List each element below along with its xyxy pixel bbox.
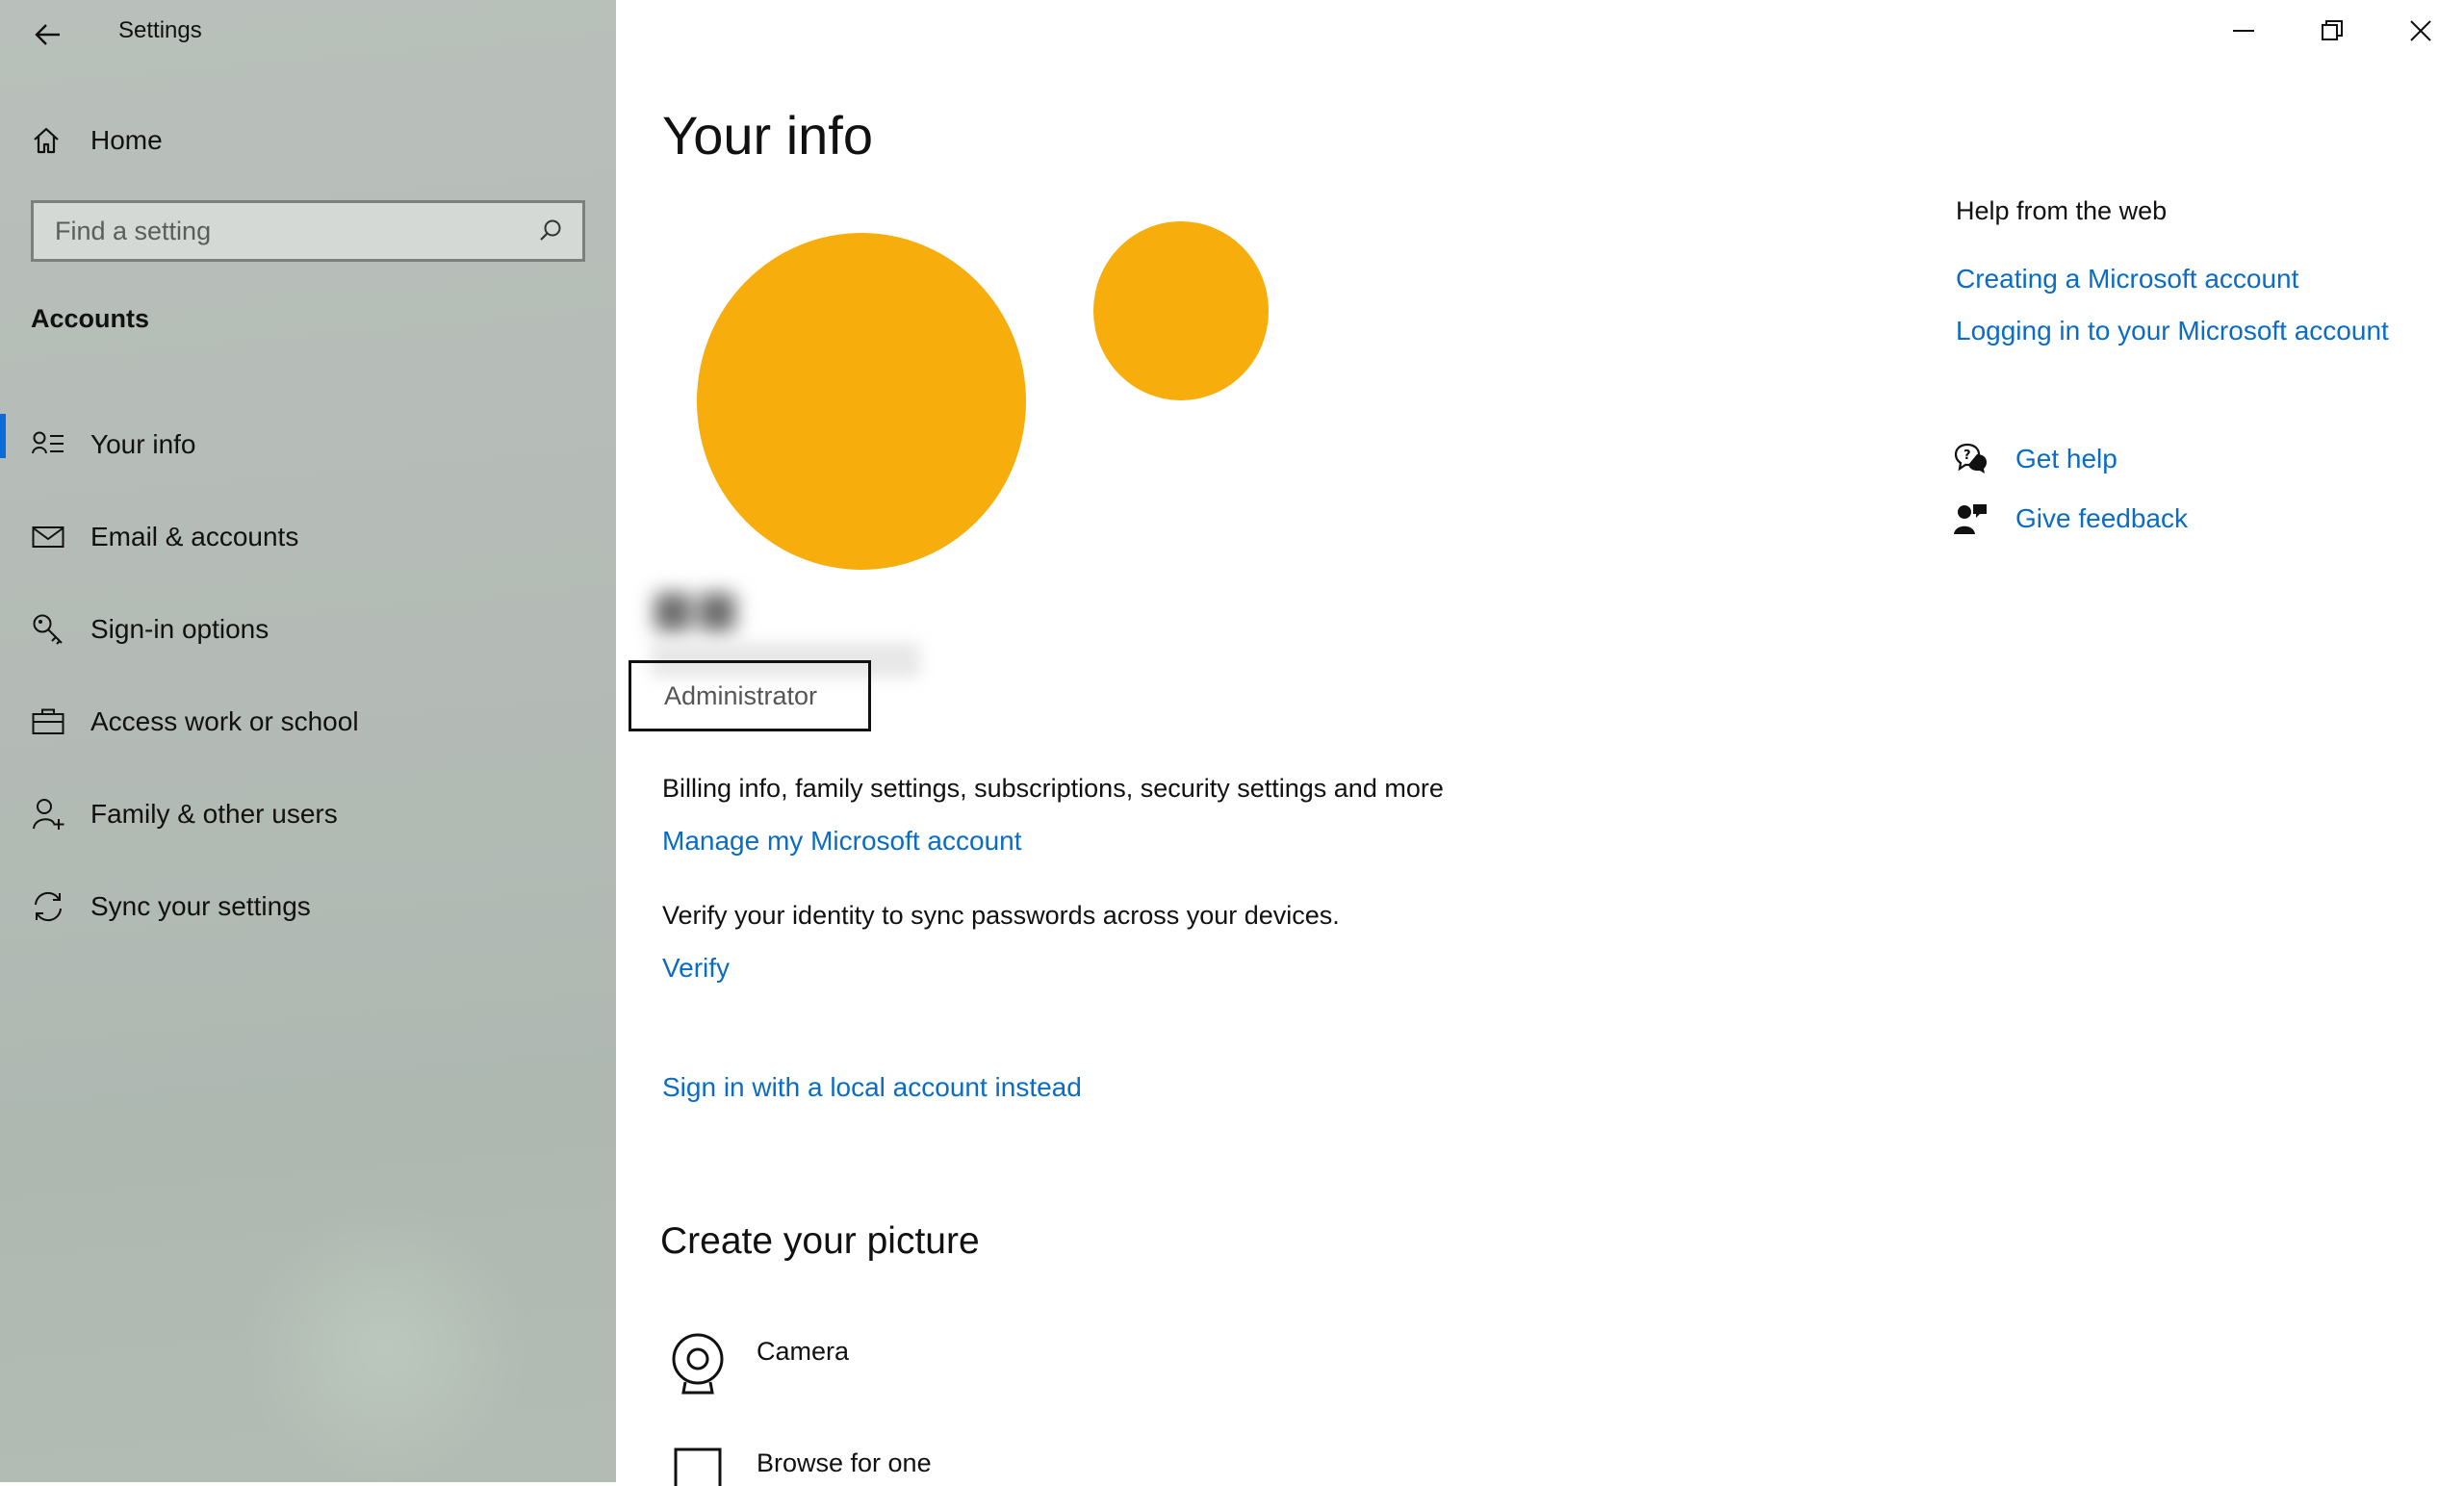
camera-option[interactable]: Camera	[668, 1332, 849, 1396]
restore-button[interactable]	[2289, 0, 2375, 62]
logging-in-link[interactable]: Logging in to your Microsoft account	[1956, 316, 2389, 346]
sidebar-item-label: Sync your settings	[90, 891, 311, 921]
sidebar-item-label: Access work or school	[90, 706, 359, 736]
camera-option-label: Camera	[757, 1336, 850, 1366]
verify-description: Verify your identity to sync passwords a…	[662, 901, 1340, 930]
app-title: Settings	[118, 17, 202, 43]
page-title: Your info	[662, 105, 873, 166]
home-nav-item[interactable]: Home	[31, 119, 163, 162]
sidebar-item-label: Email & accounts	[90, 522, 299, 551]
create-picture-heading: Create your picture	[660, 1220, 980, 1262]
back-button[interactable]	[27, 13, 69, 56]
close-icon	[2410, 20, 2431, 41]
get-help-label: Get help	[2015, 444, 2118, 474]
local-account-link[interactable]: Sign in with a local account instead	[662, 1072, 1082, 1103]
accounts-section-title: Accounts	[31, 304, 150, 333]
give-feedback-label: Give feedback	[2015, 503, 2188, 533]
search-input[interactable]	[53, 215, 538, 247]
search-icon[interactable]	[538, 218, 563, 243]
sidebar-item-label: Your info	[90, 429, 196, 459]
help-from-web-title: Help from the web	[1956, 196, 2168, 225]
sidebar-item-sync-settings[interactable]: Sync your settings	[0, 860, 616, 953]
user-info-icon	[31, 427, 65, 462]
sidebar-item-family-other-users[interactable]: Family & other users	[0, 768, 616, 860]
account-picture-alt[interactable]	[1093, 221, 1269, 400]
verify-link[interactable]: Verify	[662, 953, 730, 984]
give-feedback-icon	[1954, 504, 1987, 534]
billing-description: Billing info, family settings, subscript…	[662, 774, 1444, 803]
account-picture	[697, 233, 1026, 570]
browse-option-label: Browse for one	[757, 1448, 932, 1477]
browse-icon	[674, 1448, 722, 1486]
home-label: Home	[90, 125, 163, 155]
sidebar-item-your-info[interactable]: Your info	[0, 398, 616, 491]
manage-account-link[interactable]: Manage my Microsoft account	[662, 826, 1022, 857]
briefcase-icon	[31, 705, 65, 739]
get-help-item[interactable]: ? Get help	[1954, 443, 2118, 475]
sidebar-item-sign-in-options[interactable]: Sign-in options	[0, 583, 616, 676]
give-feedback-item[interactable]: Give feedback	[1954, 502, 2188, 535]
search-box[interactable]	[31, 200, 585, 262]
sidebar: Settings Home Accounts Your info	[0, 0, 616, 1482]
browse-option[interactable]: Browse for one	[668, 1448, 932, 1486]
back-arrow-icon	[35, 24, 60, 45]
get-help-icon: ?	[1954, 443, 1987, 474]
close-button[interactable]	[2377, 0, 2464, 62]
minimize-icon	[2233, 30, 2254, 32]
user-name-redacted	[651, 583, 766, 641]
restore-icon	[2322, 20, 2343, 40]
home-icon	[34, 127, 59, 154]
camera-icon	[672, 1333, 724, 1395]
accounts-nav: Your info Email & accounts Sign-in optio…	[0, 398, 616, 953]
sync-icon	[31, 889, 65, 924]
add-user-icon	[31, 797, 65, 832]
sidebar-item-label: Sign-in options	[90, 614, 270, 644]
mail-icon	[31, 520, 65, 554]
creating-account-link[interactable]: Creating a Microsoft account	[1956, 264, 2298, 295]
sidebar-item-label: Family & other users	[90, 799, 338, 829]
sidebar-item-access-work-school[interactable]: Access work or school	[0, 676, 616, 768]
svg-text:?: ?	[1964, 448, 1971, 463]
account-role: Administrator	[629, 660, 871, 731]
sidebar-item-email-accounts[interactable]: Email & accounts	[0, 491, 616, 583]
minimize-button[interactable]	[2200, 0, 2287, 62]
key-icon	[31, 612, 65, 647]
